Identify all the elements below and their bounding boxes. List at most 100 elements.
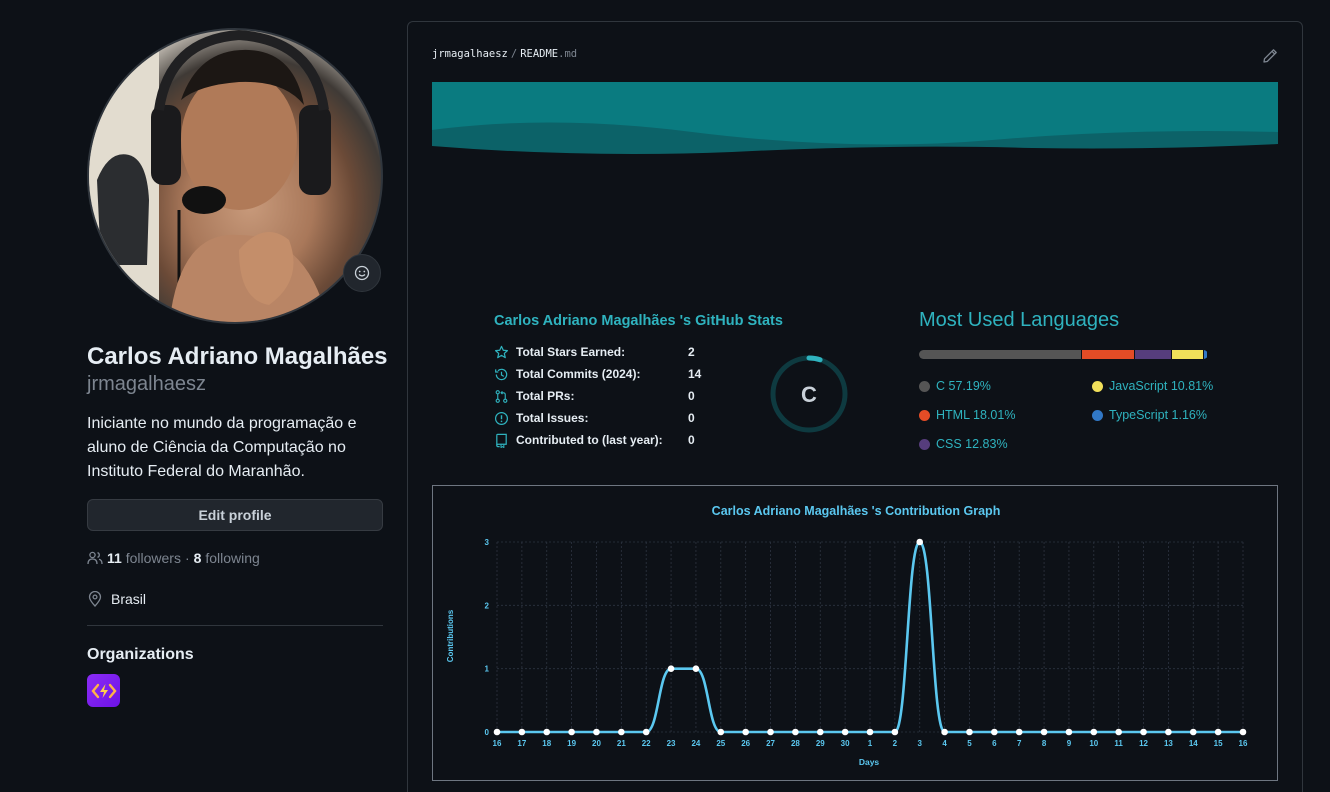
stat-value: 0 — [688, 411, 695, 425]
stat-row-stars: Total Stars Earned: 2 — [494, 343, 718, 361]
organizations-heading: Organizations — [87, 646, 194, 663]
followers-label: followers — [125, 550, 181, 566]
x-tick-label: 16 — [1239, 739, 1248, 748]
stat-value: 0 — [688, 389, 695, 403]
languages-card-title: Most Used Languages — [919, 309, 1120, 331]
data-point — [1239, 728, 1247, 736]
x-tick-label: 4 — [942, 739, 947, 748]
chart-title: Carlos Adriano Magalhães 's Contribution… — [712, 504, 1001, 518]
profile-username: jrmagalhaesz — [87, 373, 206, 395]
data-point — [1115, 728, 1122, 736]
languages-bar — [919, 350, 1208, 359]
repo-icon — [496, 433, 507, 448]
stat-label: Contributed to (last year): — [516, 433, 663, 447]
rank-circle: C — [770, 355, 848, 433]
language-bar-segment — [1203, 350, 1207, 359]
x-tick-label: 21 — [617, 739, 626, 748]
data-point — [1189, 728, 1197, 736]
readme-wave-banner — [432, 82, 1278, 160]
stats-card-title: Carlos Adriano Magalhães 's GitHub Stats — [494, 313, 783, 329]
x-tick-label: 17 — [517, 739, 526, 748]
stat-row-prs: Total PRs: 0 — [494, 387, 718, 405]
data-point — [1165, 728, 1172, 736]
readme-file-ext: .md — [558, 48, 578, 60]
language-dot — [1092, 409, 1103, 421]
pencil-icon[interactable] — [1262, 48, 1278, 64]
data-point — [618, 728, 625, 736]
x-tick-label: 29 — [816, 739, 825, 748]
set-status-button[interactable] — [343, 254, 381, 292]
stat-row-commits: Total Commits (2024): 14 — [494, 365, 718, 383]
profile-avatar[interactable] — [87, 28, 383, 324]
profile-full-name: Carlos Adriano Magalhães — [87, 343, 388, 370]
x-axis-label: Days — [859, 757, 880, 767]
x-tick-label: 20 — [592, 739, 601, 748]
readme-breadcrumb: jrmagalhaesz / README.md — [432, 48, 577, 60]
x-tick-label: 27 — [766, 739, 775, 748]
avatar-photo — [89, 30, 331, 322]
x-tick-label: 23 — [667, 739, 676, 748]
x-tick-label: 25 — [716, 739, 725, 748]
data-point — [1140, 728, 1147, 736]
followers-link[interactable]: 11 followers — [107, 550, 181, 566]
language-label: TypeScript 1.16% — [1109, 408, 1207, 422]
stat-label: Total Issues: — [516, 411, 589, 425]
x-tick-label: 16 — [493, 739, 502, 748]
data-point — [493, 728, 501, 736]
x-tick-label: 13 — [1164, 739, 1173, 748]
x-tick-label: 2 — [893, 739, 898, 748]
data-point — [816, 728, 824, 736]
language-dot — [919, 438, 930, 450]
organization-avatar[interactable] — [87, 674, 120, 707]
stat-row-issues: Total Issues: 0 — [494, 409, 718, 427]
stat-label: Total PRs: — [516, 389, 575, 403]
sidebar-divider — [87, 625, 383, 626]
x-tick-label: 9 — [1067, 739, 1072, 748]
x-tick-label: 26 — [741, 739, 750, 748]
data-point — [991, 728, 998, 736]
profile-location: Brasil — [87, 591, 146, 607]
stat-value: 2 — [688, 345, 695, 359]
x-tick-label: 19 — [567, 739, 576, 748]
data-point — [1090, 728, 1098, 736]
data-point — [543, 728, 551, 736]
data-point — [1214, 728, 1222, 736]
data-point — [1065, 728, 1073, 736]
lightning-logo-icon — [90, 683, 117, 698]
stat-label: Total Stars Earned: — [516, 345, 626, 359]
language-label: C 57.19% — [936, 379, 991, 393]
language-label: JavaScript 10.81% — [1109, 379, 1214, 393]
following-link[interactable]: 8 following — [194, 550, 260, 566]
language-dot — [919, 380, 930, 392]
pull-request-icon — [495, 389, 508, 403]
location-text: Brasil — [111, 591, 147, 607]
language-item-typescript: TypeScript 1.16% — [1092, 408, 1207, 422]
language-item-html: HTML 18.01% — [919, 408, 1015, 422]
language-bar-segment — [1082, 350, 1134, 359]
x-tick-label: 15 — [1214, 739, 1223, 748]
x-tick-label: 10 — [1089, 739, 1098, 748]
data-point — [1015, 728, 1023, 736]
data-point — [717, 728, 725, 736]
edit-profile-button[interactable]: Edit profile — [87, 499, 383, 531]
readme-file-name: README — [520, 48, 559, 60]
stat-label: Total Commits (2024): — [516, 367, 641, 381]
x-tick-label: 7 — [1017, 739, 1022, 748]
data-point — [1040, 728, 1048, 736]
x-tick-label: 28 — [791, 739, 800, 748]
data-point — [792, 728, 799, 736]
following-label: following — [205, 550, 260, 566]
language-item-c: C 57.19% — [919, 379, 991, 393]
data-point — [742, 728, 749, 736]
language-bar-segment — [1134, 350, 1172, 359]
language-item-css: CSS 12.83% — [919, 437, 1008, 451]
people-icon — [87, 551, 103, 565]
stat-value: 14 — [688, 367, 702, 381]
data-point — [568, 728, 575, 736]
data-point — [593, 728, 600, 736]
readme-owner-link[interactable]: jrmagalhaesz — [432, 48, 508, 60]
star-icon — [494, 345, 509, 358]
data-point — [767, 728, 774, 736]
data-point — [667, 665, 675, 672]
data-point — [866, 728, 874, 736]
